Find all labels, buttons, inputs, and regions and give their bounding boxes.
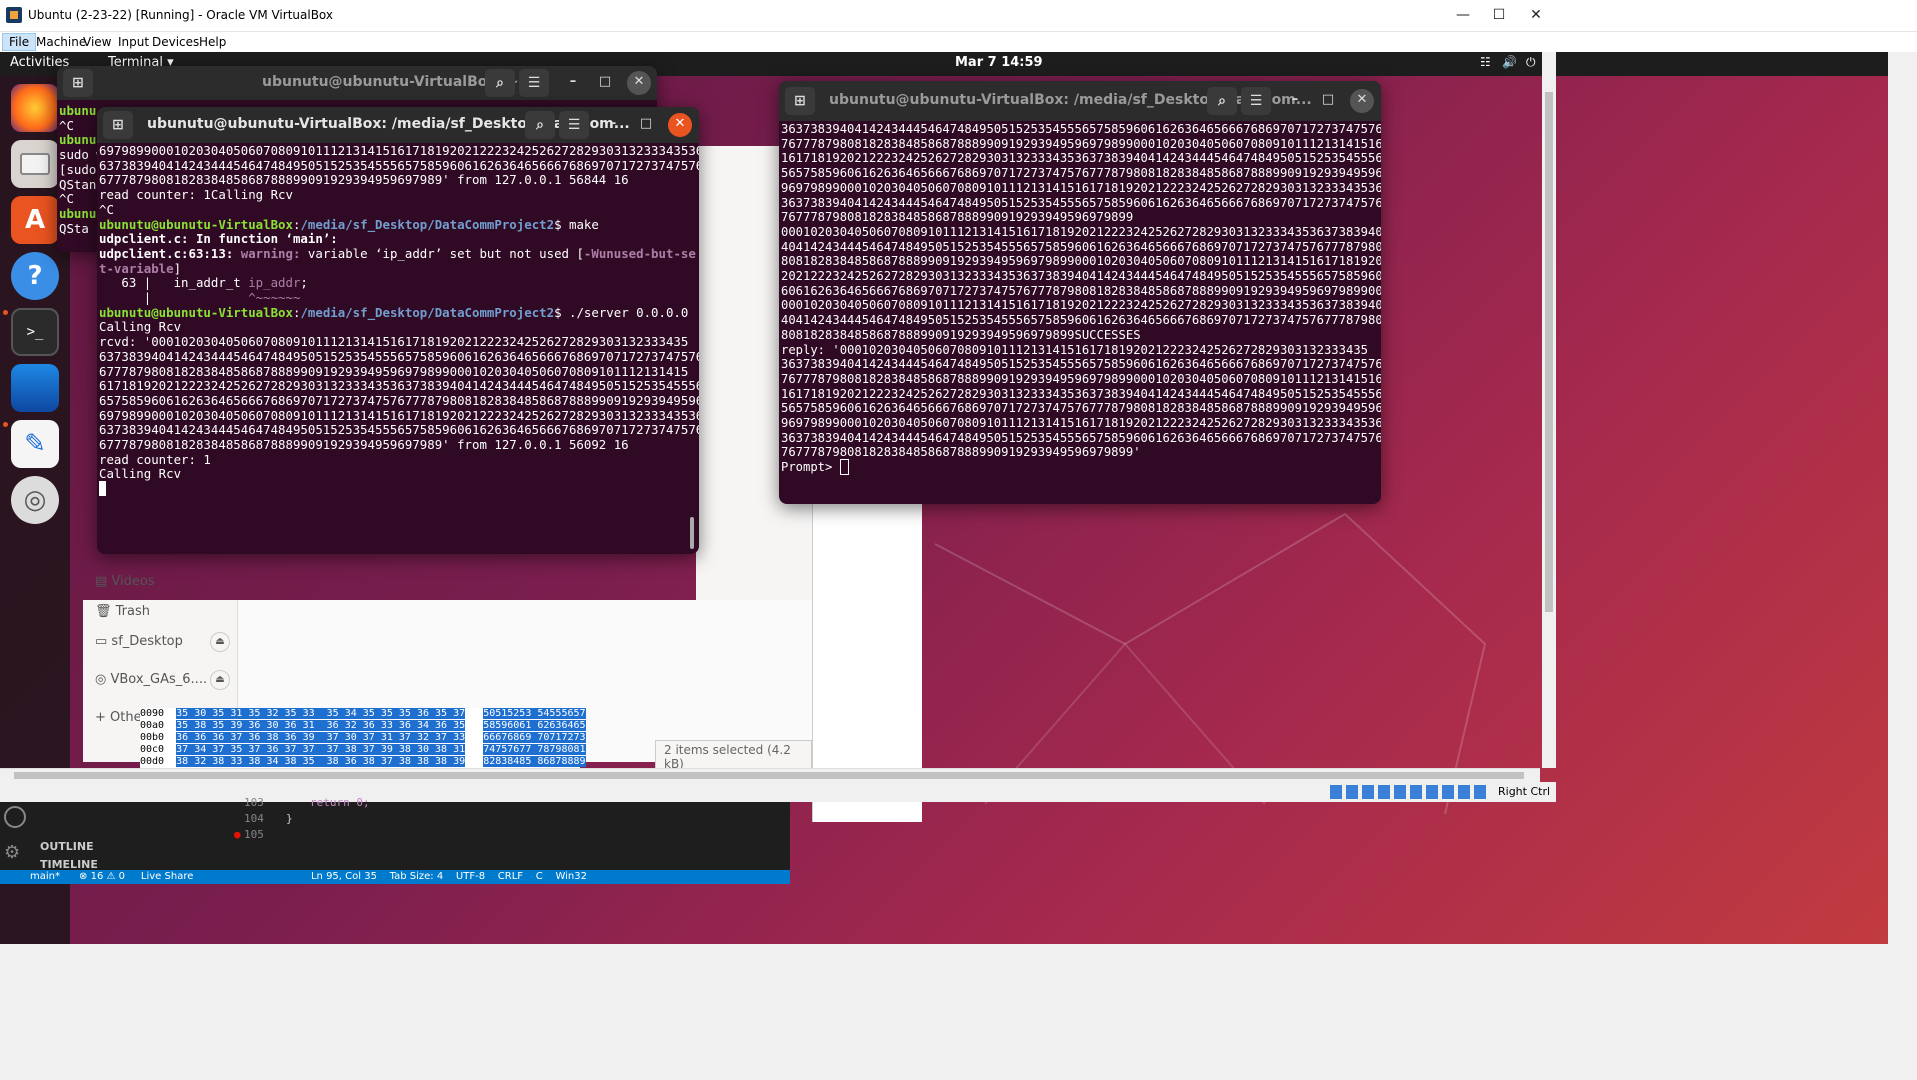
vscode-window[interactable]: ⚙ OUTLINE TIMELINE 103 return 0; 104 } ●… [0, 796, 790, 880]
video-icon: ▤ [95, 574, 112, 589]
close-icon[interactable]: ✕ [668, 113, 692, 137]
menu-help[interactable]: Help [193, 34, 232, 50]
power-icon[interactable]: ⏻ [1526, 55, 1536, 70]
hamburger-menu-icon[interactable]: ☰ [559, 111, 589, 139]
virtualbox-statusbar: Right Ctrl [0, 782, 1556, 802]
terminal-headerbar: ⊞ ubunutu@ubunutu-VirtualBox: ~ ⌕ ☰ – □ … [57, 66, 657, 100]
text-cursor [839, 459, 850, 476]
terminal-output[interactable]: 3637383940414243444546474849505152535455… [779, 122, 1381, 502]
terminal-icon[interactable]: >_ [11, 308, 59, 356]
text-cursor [99, 481, 107, 497]
minimize-icon[interactable]: – [601, 113, 625, 137]
help-icon[interactable]: ? [11, 252, 59, 300]
terminal-headerbar: ⊞ ubunutu@ubunutu-VirtualBox: /media/sf_… [779, 81, 1381, 121]
clock[interactable]: Mar 7 14:59 [955, 55, 1043, 70]
hex-row: 00b0 36 36 36 37 36 38 36 39 37 30 37 31… [140, 732, 586, 743]
terminal-window-server[interactable]: ⊞ ubunutu@ubunutu-VirtualBox: /media/sf_… [97, 107, 699, 554]
hex-row: 00a0 35 38 35 39 36 30 36 31 36 32 36 33… [140, 720, 586, 731]
software-icon[interactable]: A [11, 196, 59, 244]
settings-gear-icon[interactable]: ⚙ [4, 842, 20, 863]
hex-row: 00c0 37 34 37 35 37 36 37 37 37 38 37 39… [140, 744, 586, 755]
hamburger-menu-icon[interactable]: ☰ [519, 69, 549, 97]
search-icon[interactable]: ⌕ [525, 111, 555, 139]
drive-icon: ▭ [95, 634, 112, 649]
host-menubar: File Machine View Input Devices Help [0, 32, 1917, 52]
host-titlebar: Ubuntu (2-23-22) [Running] - Oracle VM V… [0, 0, 1917, 32]
vscode-statusbar[interactable]: main* ⊗ 16 ⚠ 0 Live Share Ln 95, Col 35 … [0, 870, 790, 884]
disc-icon: ◎ [95, 672, 111, 687]
terminal-window-client[interactable]: ⊞ ubunutu@ubunutu-VirtualBox: /media/sf_… [779, 81, 1381, 504]
scrollbar-thumb[interactable] [14, 772, 1524, 779]
minimize-icon[interactable]: – [561, 71, 585, 95]
terminal-title: ubunutu@ubunutu-VirtualBox: /media/sf_De… [147, 116, 630, 132]
wireshark-icon[interactable] [11, 364, 59, 412]
terminal-scrollbar[interactable] [690, 517, 694, 549]
terminal-output[interactable]: 6979899000102030405060708091011121314151… [97, 144, 699, 552]
device-status-icons[interactable] [1330, 785, 1490, 799]
account-icon[interactable] [4, 806, 26, 828]
maximize-icon[interactable]: □ [1316, 89, 1340, 113]
running-indicator [3, 310, 8, 315]
scrollbar-thumb[interactable] [1545, 92, 1553, 612]
host-vertical-scrollbar[interactable] [1542, 52, 1556, 768]
minimize-icon[interactable]: – [1283, 89, 1307, 113]
network-icon[interactable]: ☷ [1480, 55, 1491, 69]
terminal-headerbar: ⊞ ubunutu@ubunutu-VirtualBox: /media/sf_… [97, 107, 699, 143]
search-icon[interactable]: ⌕ [485, 69, 515, 97]
firefox-icon[interactable] [11, 84, 59, 132]
outline-section[interactable]: OUTLINE [40, 840, 94, 853]
eject-icon[interactable]: ⏏ [210, 670, 230, 690]
maximize-icon[interactable]: □ [593, 71, 617, 95]
sidebar-item-videos[interactable]: ▤ Videos [95, 574, 155, 589]
virtualbox-icon [6, 7, 22, 23]
running-indicator [3, 422, 8, 427]
sidebar-item-vbox-gas[interactable]: ◎ VBox_GAs_6.... ⏏ [95, 670, 230, 690]
terminal-title: ubunutu@ubunutu-VirtualBox: ~ [262, 74, 519, 90]
maximize-icon[interactable]: □ [634, 113, 658, 137]
hex-view[interactable]: 0090 35 30 35 31 35 32 35 33 35 34 35 35… [140, 708, 586, 770]
eject-icon[interactable]: ⏏ [210, 632, 230, 652]
trash-icon: 🗑 [95, 604, 116, 619]
disc-icon[interactable]: ◎ [11, 476, 59, 524]
sidebar-item-trash[interactable]: 🗑 Trash [95, 604, 150, 619]
hex-row: 0090 35 30 35 31 35 32 35 33 35 34 35 35… [140, 708, 586, 719]
close-icon[interactable]: ✕ [627, 71, 651, 95]
text-editor-icon[interactable]: ✎ [11, 420, 59, 468]
host-horizontal-scrollbar[interactable] [0, 768, 1540, 782]
close-button[interactable]: ✕ [1513, 0, 1559, 32]
plus-icon: + [95, 710, 111, 725]
window-title: Ubuntu (2-23-22) [Running] - Oracle VM V… [28, 8, 333, 22]
sidebar-item-sf-desktop[interactable]: ▭ sf_Desktop ⏏ [95, 632, 230, 652]
new-tab-icon[interactable]: ⊞ [63, 69, 93, 97]
volume-icon[interactable]: 🔊 [1502, 55, 1517, 69]
close-icon[interactable]: ✕ [1350, 89, 1374, 113]
hamburger-menu-icon[interactable]: ☰ [1241, 87, 1271, 115]
hex-row: 00d0 38 32 38 33 38 34 38 35 38 36 38 37… [140, 756, 586, 767]
new-tab-icon[interactable]: ⊞ [785, 87, 815, 115]
search-icon[interactable]: ⌕ [1207, 87, 1237, 115]
files-icon[interactable] [11, 140, 59, 188]
breakpoint-icon[interactable]: ● [234, 828, 241, 841]
host-key-label: Right Ctrl [1498, 785, 1551, 798]
new-tab-icon[interactable]: ⊞ [103, 111, 133, 139]
terminal-title: ubunutu@ubunutu-VirtualBox: /media/sf_De… [829, 92, 1312, 108]
